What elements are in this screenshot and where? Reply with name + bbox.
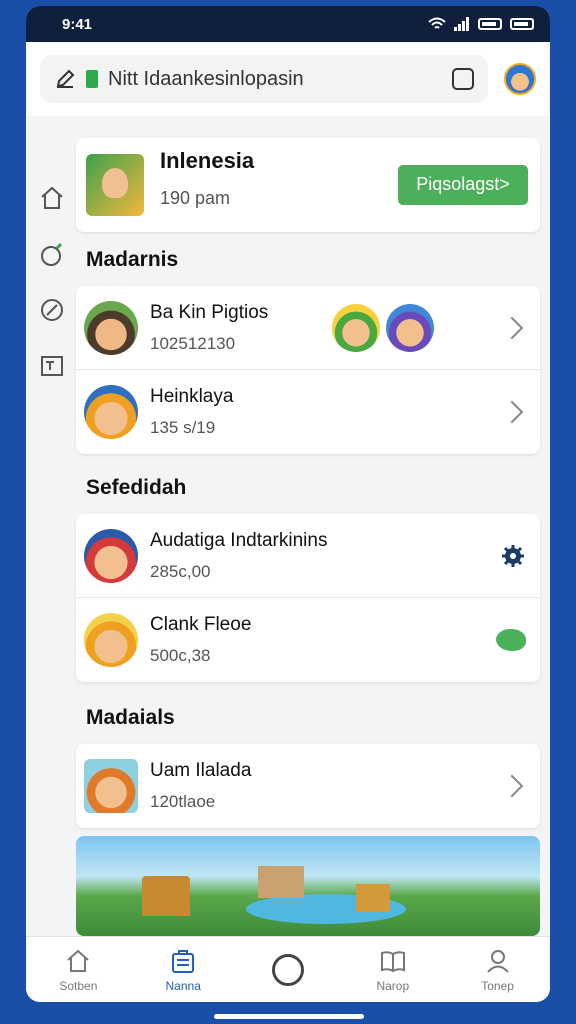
list-item[interactable]: Ba Kin Pigtios 102512130 xyxy=(76,286,540,370)
status-blob-icon[interactable] xyxy=(496,629,526,651)
list-item-title: Audatiga Indtarkinins xyxy=(150,529,328,551)
list-item-subtitle: 102512130 xyxy=(150,333,236,353)
section-list: Uam Ilalada 120tlaoe xyxy=(76,744,540,828)
avatar xyxy=(84,385,138,439)
section-list: Audatiga Indtarkinins 285c,00 Clank Fleo… xyxy=(76,514,540,682)
avatar xyxy=(84,300,138,355)
profile-icon xyxy=(486,949,509,973)
list-item-subtitle: 285c,00 xyxy=(150,561,211,581)
list-item-title: Heinklaya xyxy=(150,386,234,407)
featured-card[interactable]: Inlenesia 190 pam Piqsolagst> xyxy=(76,138,540,232)
section-list: Ba Kin Pigtios 102512130 Heinklaya 135 s… xyxy=(76,286,540,454)
featured-title: Inlenesia xyxy=(160,147,255,173)
list-item-subtitle: 120tlaoe xyxy=(150,792,216,811)
list-item-title: Uam Ilalada xyxy=(150,760,252,781)
chevron-right-icon[interactable] xyxy=(500,400,524,424)
bomb-icon[interactable] xyxy=(38,240,66,268)
featured-text: Inlenesia 190 pam xyxy=(160,148,398,209)
list-item[interactable]: Heinklaya 135 s/19 xyxy=(76,370,540,454)
sidebar xyxy=(26,156,76,380)
main-content: Inlenesia 190 pam Piqsolagst> Madarnis B… xyxy=(76,132,540,936)
section-title: Madarnis xyxy=(86,248,179,271)
nav-item-search[interactable] xyxy=(236,937,341,1002)
chevron-right-icon[interactable] xyxy=(500,316,524,339)
edit-icon[interactable] xyxy=(54,68,76,90)
top-bar: Nitt Idaankesinlopasin xyxy=(26,42,550,116)
list-item-subtitle: 135 s/19 xyxy=(150,418,216,437)
nav-label: Sotben xyxy=(59,978,98,993)
list-item[interactable]: Clank Fleoe 500c,38 xyxy=(76,598,540,682)
compass-icon[interactable] xyxy=(38,296,66,324)
wifi-icon xyxy=(428,17,446,29)
avatar[interactable] xyxy=(504,63,536,95)
search-icon xyxy=(271,953,304,986)
secure-icon xyxy=(86,70,98,88)
list-item-title: Clank Fleoe xyxy=(150,614,252,635)
signal-icon xyxy=(454,17,469,31)
nav-label: Tonep xyxy=(481,978,514,993)
gear-icon[interactable] xyxy=(500,543,526,569)
list-item-text: Audatiga Indtarkinins 285c,00 xyxy=(150,530,500,582)
status-time: 9:41 xyxy=(62,15,93,33)
nav-item-profile[interactable]: Tonep xyxy=(445,937,550,1002)
banner-castle xyxy=(258,866,304,898)
home-indicator[interactable] xyxy=(214,1014,364,1019)
nav-label: Nanna xyxy=(165,978,201,993)
list-item-title: Ba Kin Pigtios xyxy=(150,301,269,323)
list-item[interactable]: Uam Ilalada 120tlaoe xyxy=(76,744,540,828)
banner-hut xyxy=(142,876,190,916)
list-item-text: Uam Ilalada 120tlaoe xyxy=(150,760,504,812)
list-item-text: Heinklaya 135 s/19 xyxy=(150,386,504,438)
section-title: Sefedidah xyxy=(86,476,187,499)
battery-secondary-icon xyxy=(510,18,534,30)
bottom-nav: Sotben Nanna Narop Tonep xyxy=(26,936,550,1002)
avatar xyxy=(84,759,138,813)
featured-subtitle: 190 pam xyxy=(160,187,231,208)
status-icons xyxy=(428,17,534,31)
nav-item-book[interactable]: Narop xyxy=(340,937,445,1002)
list-item-subtitle: 500c,38 xyxy=(150,646,211,665)
battery-icon xyxy=(478,18,502,30)
list-item-text: Clank Fleoe 500c,38 xyxy=(150,614,496,666)
friend-avatar[interactable] xyxy=(386,303,434,352)
address-text[interactable]: Nitt Idaankesinlopasin xyxy=(108,68,442,91)
briefcase-icon xyxy=(172,949,195,973)
section-title: Madaials xyxy=(86,706,175,729)
chevron-right-icon[interactable] xyxy=(500,774,524,798)
phone-screen: 9:41 Nitt Idaankesinlopasin Inlenesia 19… xyxy=(26,6,550,1002)
friend-avatar[interactable] xyxy=(332,303,380,352)
address-bar[interactable]: Nitt Idaankesinlopasin xyxy=(40,55,488,103)
avatar xyxy=(84,528,138,583)
list-item[interactable]: Audatiga Indtarkinins 285c,00 xyxy=(76,514,540,598)
share-icon[interactable] xyxy=(452,68,474,90)
list-item-text: Ba Kin Pigtios 102512130 xyxy=(150,302,326,354)
window-icon[interactable] xyxy=(38,352,66,380)
featured-action-button[interactable]: Piqsolagst> xyxy=(398,165,528,205)
avatar xyxy=(84,613,138,667)
game-banner-image[interactable] xyxy=(76,836,540,936)
featured-game-icon xyxy=(86,154,144,216)
nav-item-home[interactable]: Sotben xyxy=(26,937,131,1002)
nav-item-briefcase[interactable]: Nanna xyxy=(131,937,236,1002)
home-icon xyxy=(67,949,90,972)
book-icon xyxy=(380,950,405,972)
home-icon[interactable] xyxy=(38,184,66,212)
banner-hut xyxy=(356,884,390,912)
status-bar: 9:41 xyxy=(26,6,550,42)
nav-label: Narop xyxy=(376,978,410,993)
